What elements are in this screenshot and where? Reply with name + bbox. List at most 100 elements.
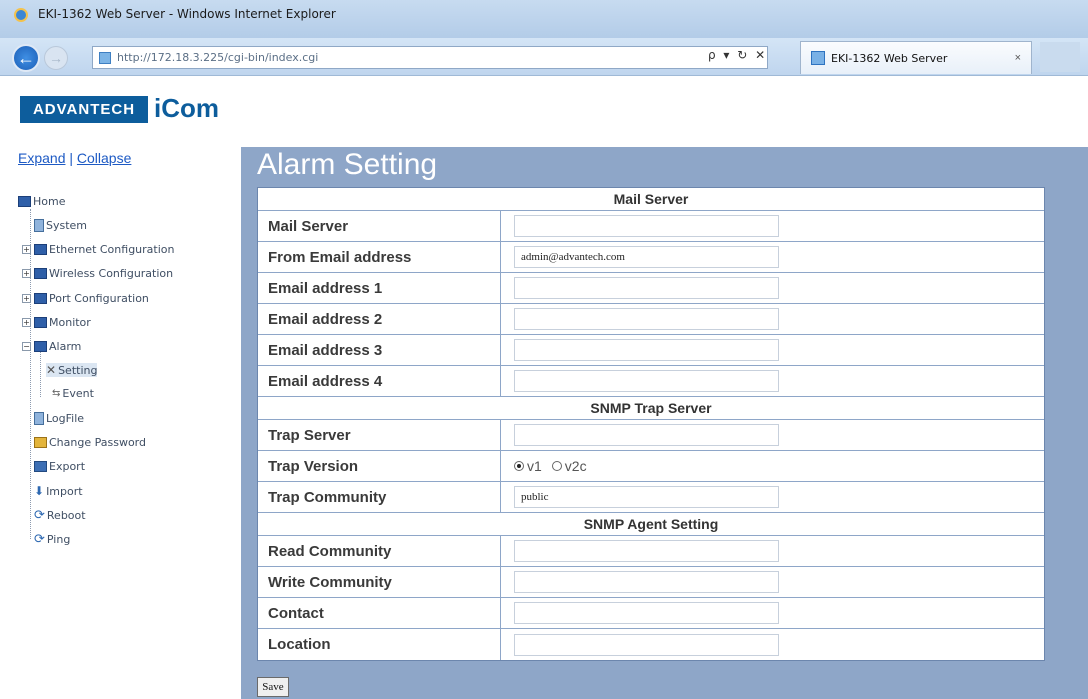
form-row: Contact	[258, 598, 1044, 629]
tree-item-setting[interactable]: ✕ Setting	[46, 363, 98, 377]
page-icon	[99, 51, 111, 64]
location-label: Location	[258, 629, 501, 660]
page-icon	[34, 412, 44, 425]
tree-item-monitor[interactable]: + Monitor	[22, 316, 91, 329]
expand-icon[interactable]: +	[22, 294, 31, 303]
radio-v1[interactable]	[514, 461, 524, 471]
advantech-logo: ADVANTECH	[20, 96, 148, 123]
export-icon	[34, 461, 47, 472]
email-address-1-input[interactable]	[514, 277, 779, 299]
trap-community-input[interactable]: public	[514, 486, 779, 508]
key-icon	[34, 437, 47, 448]
trap-community-label: Trap Community	[258, 482, 501, 512]
back-button[interactable]: ←	[12, 44, 40, 72]
form-row: Location	[258, 629, 1044, 660]
form-row: Trap Version v1 v2c	[258, 451, 1044, 482]
save-button[interactable]: Save	[257, 677, 289, 697]
icom-logo: iCom	[154, 93, 219, 123]
tab-label: EKI-1362 Web Server	[831, 51, 948, 65]
expand-link[interactable]: Expand	[18, 150, 65, 166]
form-row: Email address 2	[258, 304, 1044, 335]
folder-icon	[34, 317, 47, 328]
trap-server-label: Trap Server	[258, 420, 501, 450]
expand-icon[interactable]: +	[22, 318, 31, 327]
trap-version-label: Trap Version	[258, 451, 501, 481]
email-address-4-input[interactable]	[514, 370, 779, 392]
section-header-snmp-trap-server: SNMP Trap Server	[258, 397, 1044, 420]
tree-item-home[interactable]: Home	[18, 195, 65, 208]
tree-item-ping[interactable]: ⟳ Ping	[34, 532, 70, 547]
trap-version-radio-group: v1 v2c	[514, 458, 597, 474]
form-row: Email address 3	[258, 335, 1044, 366]
alarm-setting-form: Mail Server Mail Server From Email addre…	[257, 187, 1045, 661]
location-input[interactable]	[514, 633, 779, 656]
form-row: Read Community	[258, 536, 1044, 567]
tree-item-reboot[interactable]: ⟳ Reboot	[34, 508, 86, 523]
write-community-input[interactable]	[514, 571, 779, 593]
tree-item-alarm[interactable]: − Alarm	[22, 340, 81, 353]
tree-item-system[interactable]: System	[34, 219, 87, 232]
write-community-label: Write Community	[258, 567, 501, 597]
form-row: Email address 1	[258, 273, 1044, 304]
form-row: Mail Server	[258, 211, 1044, 242]
from-email-label: From Email address	[258, 242, 501, 272]
collapse-link[interactable]: Collapse	[77, 150, 131, 166]
section-header-mail-server: Mail Server	[258, 188, 1044, 211]
page-header: ADVANTECH iCom	[0, 77, 1088, 147]
ping-icon: ⟳	[34, 532, 45, 547]
email-address-2-input[interactable]	[514, 308, 779, 330]
email-address-3-input[interactable]	[514, 339, 779, 361]
email-address-2-label: Email address 2	[258, 304, 501, 334]
email-address-3-label: Email address 3	[258, 335, 501, 365]
tree-item-event[interactable]: ⇆ Event	[52, 387, 94, 400]
form-row: Trap Server	[258, 420, 1044, 451]
nav-bar: ← → http://172.18.3.225/cgi-bin/index.cg…	[0, 38, 1088, 76]
tree-item-wireless-configuration[interactable]: + Wireless Configuration	[22, 267, 173, 280]
link-separator: |	[69, 150, 74, 166]
title-bar: EKI-1362 Web Server - Windows Internet E…	[0, 0, 1088, 38]
tree-line	[30, 209, 31, 539]
form-row: Trap Community public	[258, 482, 1044, 513]
radio-v1-label: v1	[527, 458, 542, 474]
tree-item-port-configuration[interactable]: + Port Configuration	[22, 292, 149, 305]
form-row: Email address 4	[258, 366, 1044, 397]
contact-input[interactable]	[514, 602, 779, 624]
radio-v2c[interactable]	[551, 461, 562, 471]
trap-server-input[interactable]	[514, 424, 779, 446]
main-content: Alarm Setting Mail Server Mail Server Fr…	[241, 147, 1088, 699]
event-icon: ⇆	[52, 388, 61, 399]
browser-tab[interactable]: EKI-1362 Web Server ×	[800, 41, 1032, 74]
expand-icon[interactable]: +	[22, 269, 31, 278]
address-bar[interactable]: http://172.18.3.225/cgi-bin/index.cgi	[92, 46, 768, 69]
folder-icon	[18, 196, 31, 207]
tree-item-import[interactable]: ⬇ Import	[34, 484, 83, 498]
tree-item-export[interactable]: Export	[34, 460, 85, 473]
expand-collapse-links: Expand | Collapse	[18, 150, 131, 166]
address-controls[interactable]: ρ ▾ ↻ ✕	[708, 48, 767, 62]
ie-icon	[14, 8, 28, 22]
email-address-1-label: Email address 1	[258, 273, 501, 303]
page-icon	[34, 219, 44, 232]
tab-close-button[interactable]: ×	[1015, 52, 1021, 64]
collapse-icon[interactable]: −	[22, 342, 31, 351]
expand-icon[interactable]: +	[22, 245, 31, 254]
browser-window: EKI-1362 Web Server - Windows Internet E…	[0, 0, 1088, 699]
folder-icon	[34, 244, 47, 255]
read-community-input[interactable]	[514, 540, 779, 562]
reboot-icon: ⟳	[34, 508, 45, 523]
contact-label: Contact	[258, 598, 501, 628]
tab-icon	[811, 51, 825, 65]
tree-item-ethernet-configuration[interactable]: + Ethernet Configuration	[22, 243, 174, 256]
sidebar: Expand | Collapse Home System + Ethernet …	[0, 147, 241, 699]
mail-server-label: Mail Server	[258, 211, 501, 241]
folder-open-icon	[34, 341, 47, 352]
tree-item-logfile[interactable]: LogFile	[34, 412, 84, 425]
email-address-4-label: Email address 4	[258, 366, 501, 396]
folder-icon	[34, 268, 47, 279]
from-email-input[interactable]: admin@advantech.com	[514, 246, 779, 268]
tree-item-change-password[interactable]: Change Password	[34, 436, 146, 449]
forward-button[interactable]: →	[44, 46, 68, 70]
page-title: Alarm Setting	[257, 148, 438, 181]
tree-line	[40, 347, 41, 397]
mail-server-input[interactable]	[514, 215, 779, 237]
